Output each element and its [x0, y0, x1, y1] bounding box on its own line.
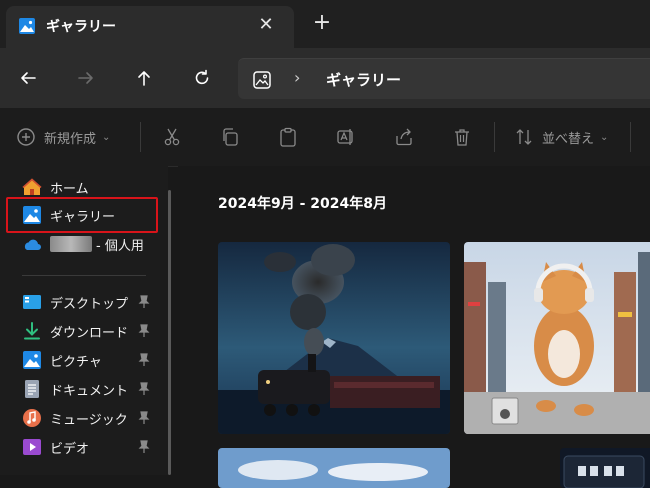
sidebar-item-documents[interactable]: ドキュメント: [22, 376, 162, 402]
forward-button[interactable]: [72, 64, 100, 92]
pin-icon[interactable]: [138, 382, 150, 396]
rename-button[interactable]: [336, 125, 356, 149]
chevron-down-icon: ⌄: [600, 131, 609, 143]
home-icon: [22, 178, 42, 195]
paste-button[interactable]: [278, 125, 298, 149]
sidebar-item-music[interactable]: ミュージック: [22, 405, 162, 431]
pin-icon[interactable]: [138, 324, 150, 338]
clipboard-icon: [280, 127, 296, 147]
toolbar-divider: [630, 122, 631, 152]
download-icon: [24, 322, 40, 340]
new-button[interactable]: 新規作成 ⌄: [16, 125, 110, 149]
refresh-button[interactable]: [188, 64, 216, 92]
sidebar-item-label: ドキュメント: [50, 383, 129, 399]
pictures-icon: [23, 351, 41, 369]
up-button[interactable]: [130, 64, 158, 92]
sidebar-item-label: デスクトップ: [50, 296, 129, 312]
gallery-icon: [23, 206, 41, 224]
pin-icon[interactable]: [138, 440, 150, 454]
sidebar-item-label: ホーム: [50, 181, 89, 197]
delete-button[interactable]: [452, 125, 472, 149]
share-icon: [396, 128, 412, 146]
toolbar-divider: [494, 122, 495, 152]
photo-thumbnail-cat[interactable]: [464, 242, 650, 434]
arrow-right-icon: [78, 72, 93, 84]
command-bar: 新規作成 ⌄ 並べ替え ⌄: [0, 108, 650, 167]
sidebar-item-downloads[interactable]: ダウンロード: [22, 318, 162, 344]
back-button[interactable]: [14, 64, 42, 92]
gallery-outline-icon: [253, 71, 271, 89]
scissors-icon: [164, 128, 180, 146]
gallery-icon: [19, 18, 35, 34]
breadcrumb-separator: ›: [294, 68, 301, 87]
photo-thumbnail-clock[interactable]: [560, 448, 650, 488]
sort-label: 並べ替え: [542, 131, 595, 147]
copy-icon: [223, 128, 238, 146]
share-button[interactable]: [394, 125, 414, 149]
onedrive-cloud-icon: [24, 239, 41, 250]
pin-icon[interactable]: [138, 295, 150, 309]
sort-button[interactable]: 並べ替え ⌄: [514, 125, 608, 149]
sidebar-scrollbar[interactable]: [168, 190, 171, 475]
sidebar-item-desktop[interactable]: デスクトップ: [22, 289, 162, 315]
music-icon: [23, 409, 41, 427]
new-tab-button[interactable]: +: [312, 10, 332, 35]
sidebar-item-gallery[interactable]: ギャラリー: [22, 202, 162, 228]
arrow-left-icon: [21, 72, 36, 84]
navigation-bar: › ギャラリー: [0, 48, 650, 108]
new-label: 新規作成: [44, 131, 97, 147]
chevron-down-icon: ⌄: [102, 131, 111, 143]
sidebar-divider: [22, 275, 146, 276]
train-photo-image: [218, 242, 450, 434]
refresh-icon: [195, 69, 209, 85]
sidebar-item-label: ギャラリー: [50, 209, 116, 225]
tab-bar: ギャラリー ✕ +: [0, 0, 650, 48]
tab-title: ギャラリー: [46, 19, 116, 35]
documents-icon: [25, 380, 39, 398]
tab-gallery[interactable]: ギャラリー ✕: [6, 6, 294, 48]
sidebar-item-videos[interactable]: ビデオ: [22, 434, 162, 460]
pin-icon[interactable]: [138, 411, 150, 425]
toolbar-divider: [140, 122, 141, 152]
sidebar-item-onedrive[interactable]: - 個人用: [22, 231, 162, 257]
address-bar[interactable]: › ギャラリー: [238, 58, 650, 99]
date-group-header: 2024年9月 - 2024年8月: [218, 196, 387, 212]
clock-photo-image: [560, 448, 650, 488]
cut-button[interactable]: [162, 125, 182, 149]
desktop-icon: [23, 295, 41, 309]
arrow-up-icon: [138, 71, 150, 86]
rename-icon: [337, 129, 353, 145]
photo-thumbnail-train[interactable]: [218, 242, 450, 434]
sort-icon: [516, 129, 532, 145]
breadcrumb-gallery[interactable]: ギャラリー: [326, 69, 401, 90]
sidebar-item-label: ミュージック: [50, 412, 128, 428]
sky-photo-image: [218, 448, 450, 488]
video-icon: [23, 439, 41, 455]
sidebar-item-label: ビデオ: [50, 441, 90, 457]
copy-button[interactable]: [220, 125, 240, 149]
redacted-account-name: [50, 236, 92, 252]
sidebar-item-label: - 個人用: [96, 238, 144, 254]
photo-thumbnail-sky[interactable]: [218, 448, 450, 488]
sidebar-item-label: ピクチャ: [50, 354, 102, 370]
sidebar-item-home[interactable]: ホーム: [22, 174, 162, 200]
sidebar-item-label: ダウンロード: [50, 325, 129, 341]
close-tab-icon[interactable]: ✕: [256, 14, 276, 35]
sidebar-item-pictures[interactable]: ピクチャ: [22, 347, 162, 373]
trash-icon: [455, 129, 469, 146]
cat-photo-image: [464, 242, 650, 434]
plus-circle-icon: [17, 128, 35, 146]
pin-icon[interactable]: [138, 353, 150, 367]
